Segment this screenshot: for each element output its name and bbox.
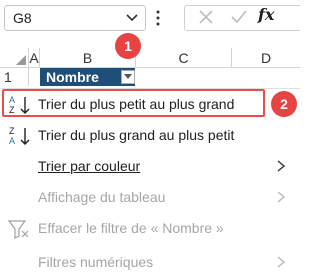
name-box[interactable]: G8: [4, 5, 146, 31]
menu-item-clear-filter: Effacer le filtre de « Nombre »: [0, 213, 300, 243]
dropdown-arrow-icon: [124, 74, 132, 79]
highlight-box: [2, 89, 265, 117]
check-icon[interactable]: [230, 9, 248, 25]
menu-item-label: Trier du plus grand au plus petit: [38, 127, 235, 143]
select-all-button[interactable]: [0, 48, 29, 68]
menu-item-label: Effacer le filtre de « Nombre »: [38, 220, 224, 236]
column-header-a[interactable]: A: [29, 48, 40, 68]
header-cell-text: Nombre: [46, 69, 99, 85]
select-all-icon: [16, 55, 26, 65]
svg-text:Z: Z: [9, 126, 15, 136]
menu-item-label: Affichage du tableau: [38, 189, 166, 205]
worksheet-grid: A B C D 1 Nombre: [0, 48, 300, 90]
annotation-badge-2: 2: [271, 91, 297, 117]
column-header-c[interactable]: C: [136, 48, 232, 68]
chevron-right-icon: [277, 191, 286, 203]
filter-dropdown-button[interactable]: [121, 70, 135, 84]
menu-item-label: Trier par couleur: [38, 158, 141, 174]
chevron-right-icon: [277, 160, 286, 172]
column-header-d[interactable]: D: [232, 48, 300, 68]
annotation-badge-1: 1: [115, 33, 141, 59]
menu-item-sort-descending[interactable]: Z A Trier du plus grand au plus petit: [0, 120, 300, 150]
menu-item-table-view: Affichage du tableau: [0, 182, 300, 212]
formula-bar: G8 fx: [0, 0, 300, 38]
chevron-down-icon[interactable]: [125, 9, 139, 25]
row-header-1[interactable]: 1: [0, 68, 29, 86]
sort-descending-icon: Z A: [9, 126, 30, 146]
menu-item-sort-by-color[interactable]: Trier par couleur: [0, 151, 300, 181]
more-options-icon[interactable]: [155, 8, 161, 28]
name-box-value: G8: [13, 10, 32, 26]
insert-function-button[interactable]: fx: [258, 5, 274, 24]
cancel-icon[interactable]: [198, 9, 214, 25]
svg-text:A: A: [9, 136, 15, 146]
clear-filter-icon: [8, 220, 29, 239]
menu-item-number-filters: Filtres numériques: [0, 247, 300, 277]
